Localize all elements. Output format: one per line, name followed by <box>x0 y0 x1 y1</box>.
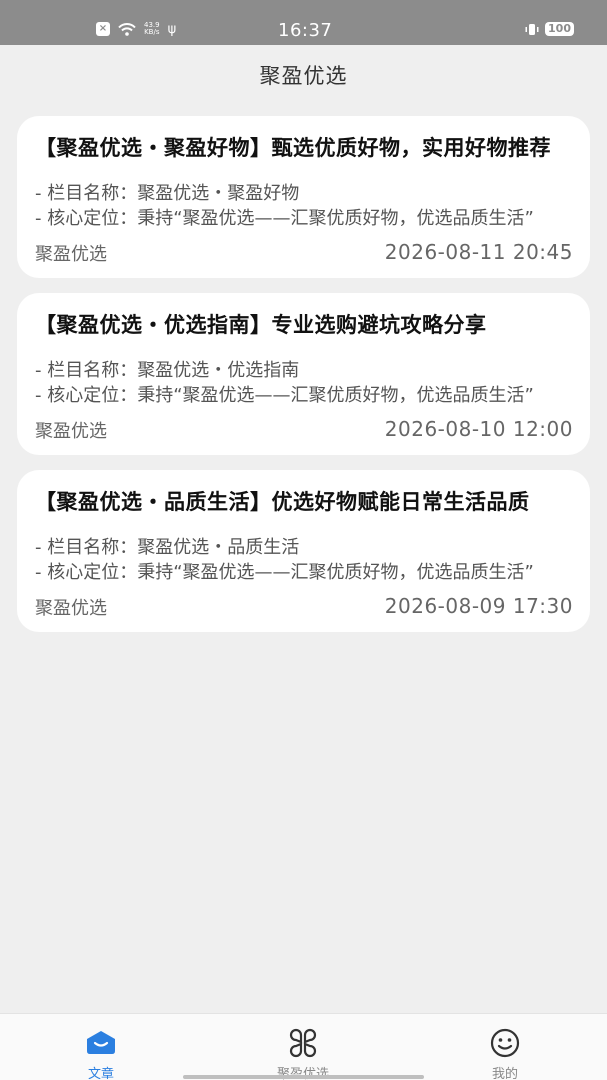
article-date: 2026-08-11 20:45 <box>384 240 573 264</box>
tab-label: 我的 <box>491 1067 518 1080</box>
smiley-icon <box>445 1028 565 1058</box>
article-source: 聚盈优选 <box>35 598 107 619</box>
tab-label: 文章 <box>87 1067 114 1080</box>
article-date: 2026-08-09 17:30 <box>384 594 573 618</box>
tab-juying[interactable]: 聚盈优选 <box>243 1014 363 1080</box>
tab-mine[interactable]: 我的 <box>445 1014 565 1080</box>
battery-indicator: 100 <box>545 22 574 36</box>
page-title: 聚盈优选 <box>259 64 348 88</box>
vibrate-icon <box>525 23 539 35</box>
article-column-name: - 栏目名称：聚盈优选・品质生活 <box>35 537 300 558</box>
article-title: 【聚盈优选・优选指南】专业选购避坑攻略分享 <box>35 313 487 337</box>
grid-icon <box>243 1028 363 1058</box>
network-speed: 43.9 KB/s <box>144 21 160 36</box>
bottom-tab-bar: 文章 聚盈优选 我的 <box>0 1013 607 1080</box>
article-icon <box>41 1028 161 1056</box>
article-card[interactable]: 【聚盈优选・聚盈好物】甄选优质好物，实用好物推荐 - 栏目名称：聚盈优选・聚盈好… <box>17 116 590 278</box>
article-source: 聚盈优选 <box>35 244 107 265</box>
notification-icon: × <box>96 22 110 36</box>
article-positioning: - 核心定位：秉持“聚盈优选——汇聚优质好物，优选品质生活” <box>35 385 534 406</box>
home-indicator[interactable] <box>183 1075 424 1079</box>
status-right: 100 <box>524 22 574 36</box>
article-title: 【聚盈优选・品质生活】优选好物赋能日常生活品质 <box>35 490 530 514</box>
article-column-name: - 栏目名称：聚盈优选・聚盈好物 <box>35 183 300 204</box>
article-source: 聚盈优选 <box>35 421 107 442</box>
status-left: × 43.9 KB/s ψ <box>96 22 176 36</box>
article-positioning: - 核心定位：秉持“聚盈优选——汇聚优质好物，优选品质生活” <box>35 562 534 583</box>
tab-articles[interactable]: 文章 <box>41 1014 161 1080</box>
article-list: 【聚盈优选・聚盈好物】甄选优质好物，实用好物推荐 - 栏目名称：聚盈优选・聚盈好… <box>17 116 590 647</box>
article-date: 2026-08-10 12:00 <box>384 417 573 441</box>
article-positioning: - 核心定位：秉持“聚盈优选——汇聚优质好物，优选品质生活” <box>35 208 534 229</box>
usb-icon: ψ <box>167 21 177 37</box>
article-card[interactable]: 【聚盈优选・优选指南】专业选购避坑攻略分享 - 栏目名称：聚盈优选・优选指南 -… <box>17 293 590 455</box>
article-card[interactable]: 【聚盈优选・品质生活】优选好物赋能日常生活品质 - 栏目名称：聚盈优选・品质生活… <box>17 470 590 632</box>
article-title: 【聚盈优选・聚盈好物】甄选优质好物，实用好物推荐 <box>35 136 551 160</box>
article-column-name: - 栏目名称：聚盈优选・优选指南 <box>35 360 300 381</box>
status-time: 16:37 <box>278 20 333 41</box>
wifi-icon <box>118 22 136 36</box>
status-bar: × 43.9 KB/s ψ 16:37 100 <box>0 0 607 45</box>
